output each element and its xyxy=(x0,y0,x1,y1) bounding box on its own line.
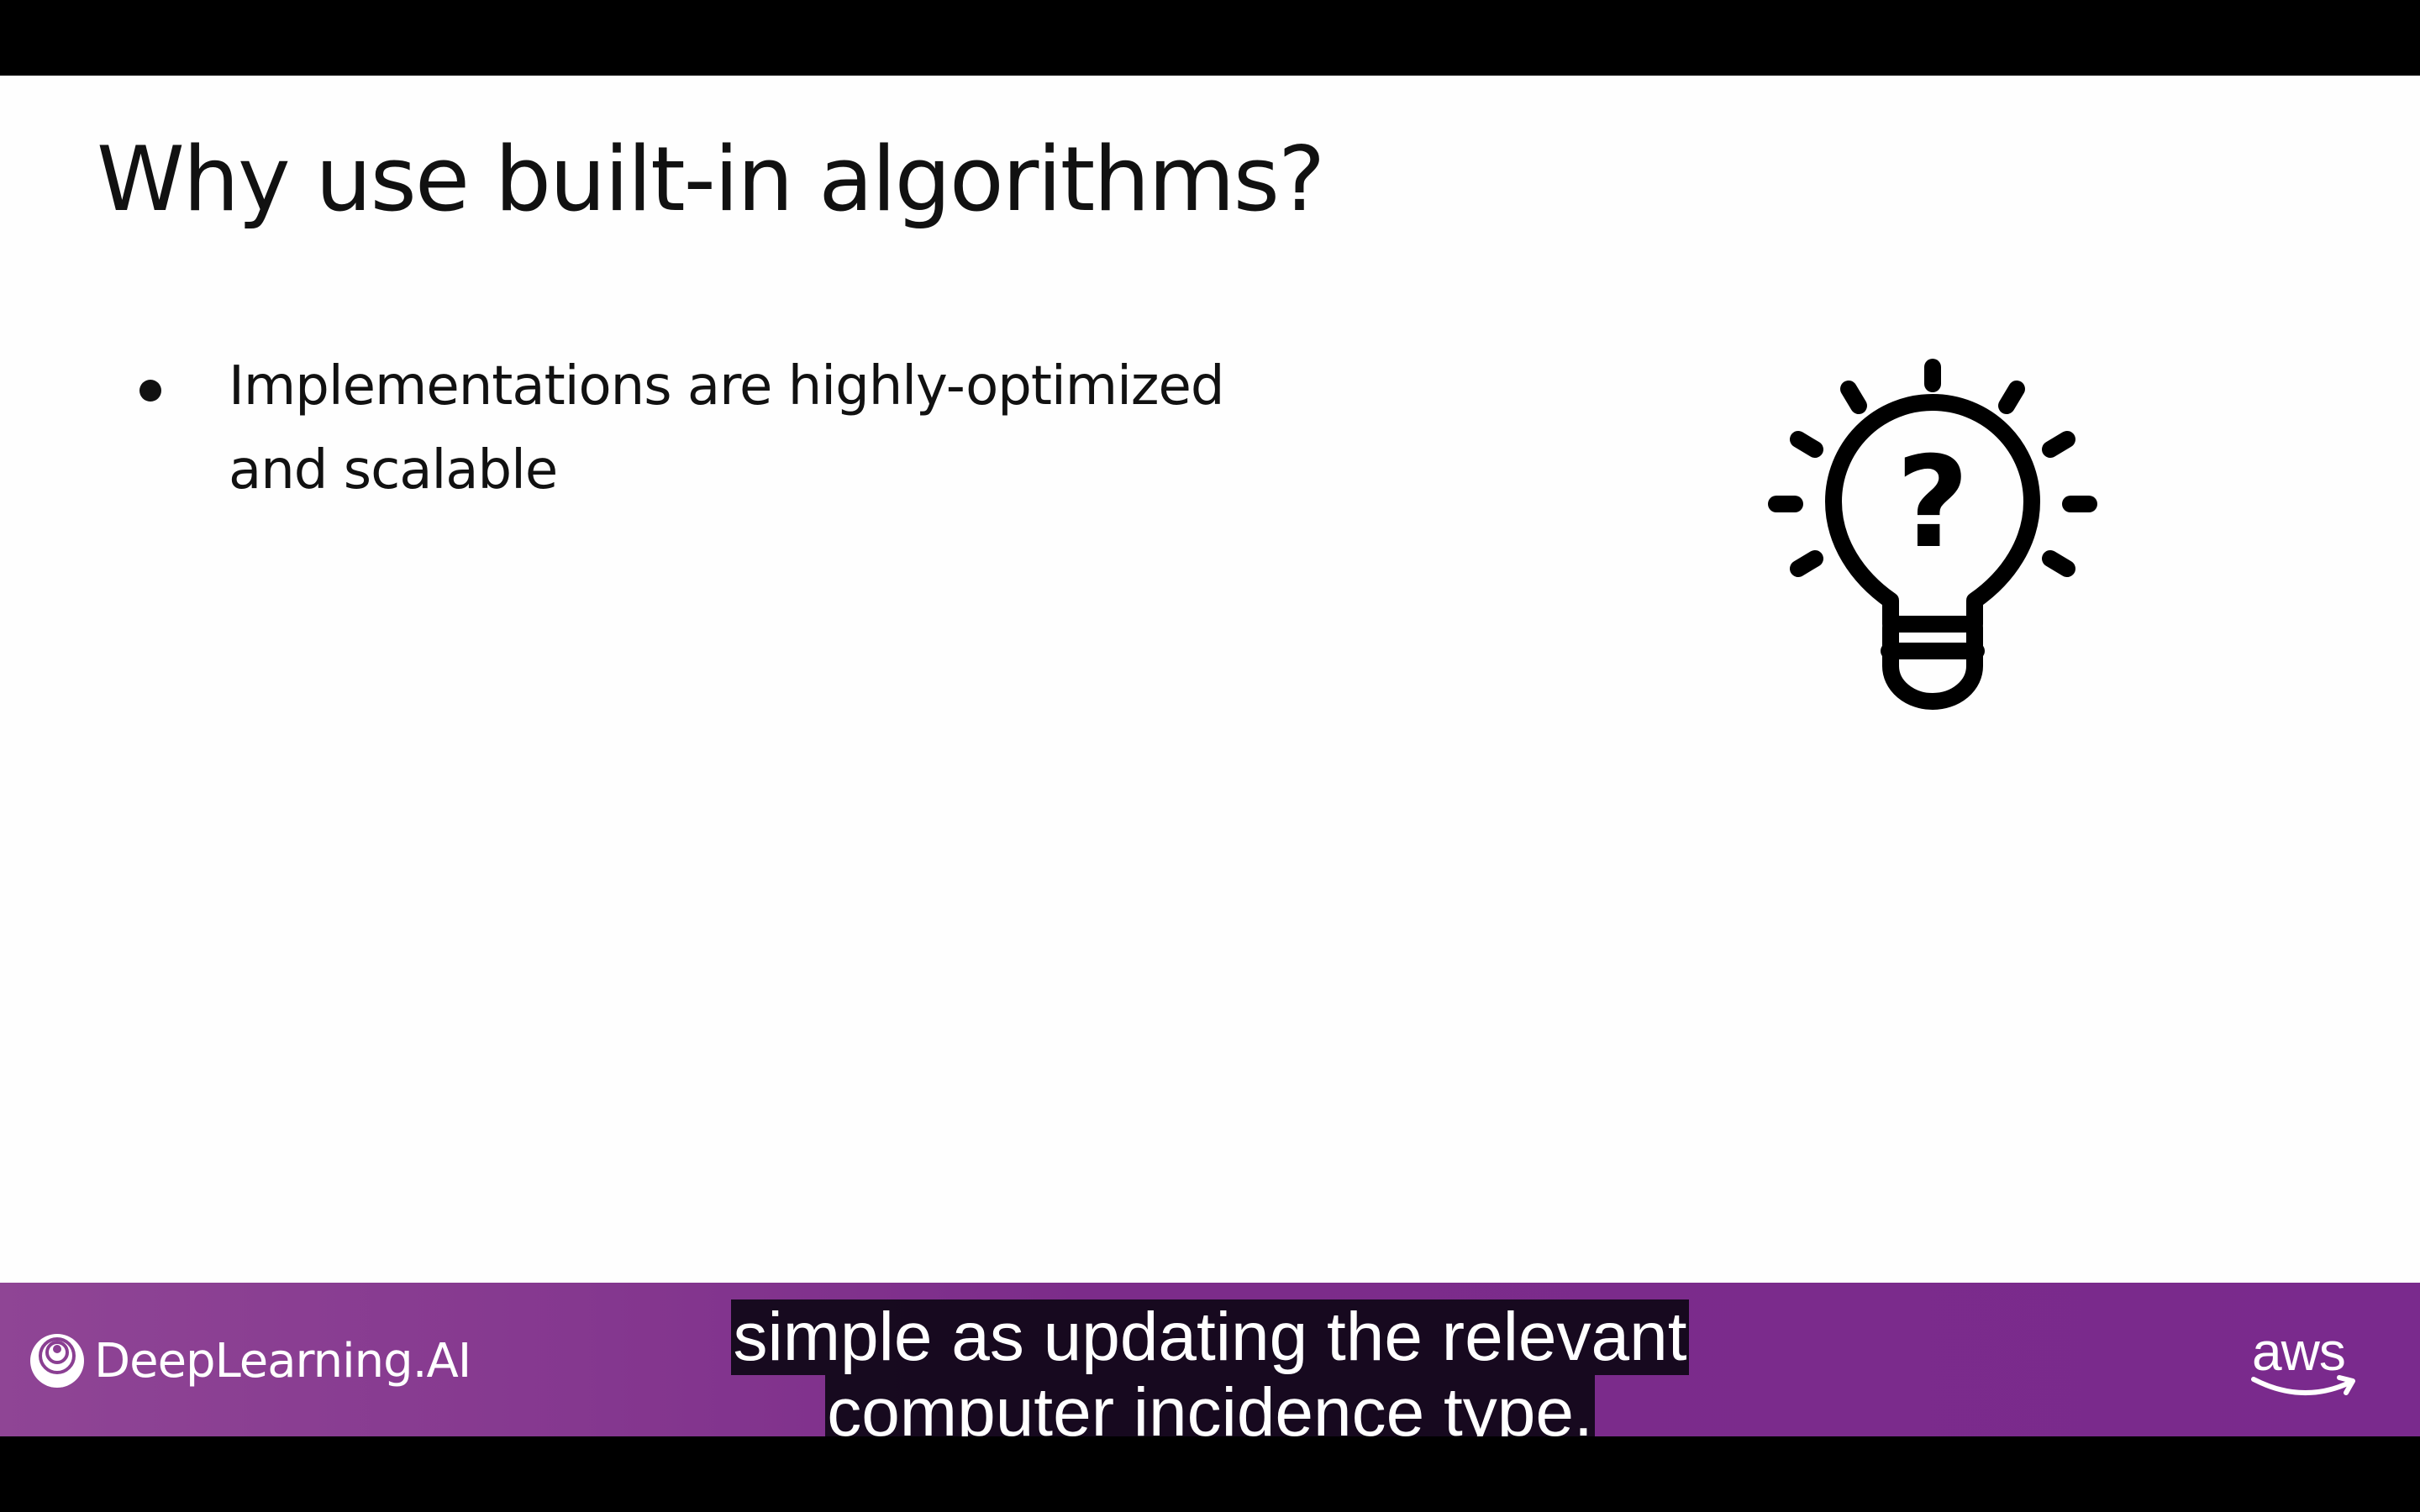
caption-overlay: simple as updating the relevant computer… xyxy=(0,1299,2420,1451)
bullet-text-line-1: Implementations are highly-optimized xyxy=(229,355,1224,417)
letterbox-top xyxy=(0,0,2420,76)
svg-text:?: ? xyxy=(1896,430,1969,576)
slide: Why use built-in algorithms? Implementat… xyxy=(0,76,2420,1284)
caption-line-1: simple as updating the relevant xyxy=(731,1299,1689,1375)
letterbox-bottom xyxy=(0,1436,2420,1512)
lightbulb-question-icon: ? xyxy=(1768,359,2097,710)
bullet-list: Implementations are highly-optimized and… xyxy=(134,344,1311,512)
slide-title: Why use built-in algorithms? xyxy=(97,128,1325,231)
bullet-item: Implementations are highly-optimized and… xyxy=(134,344,1311,512)
bullet-text-line-2: and scalable xyxy=(229,439,558,501)
bullet-dot xyxy=(139,380,161,402)
